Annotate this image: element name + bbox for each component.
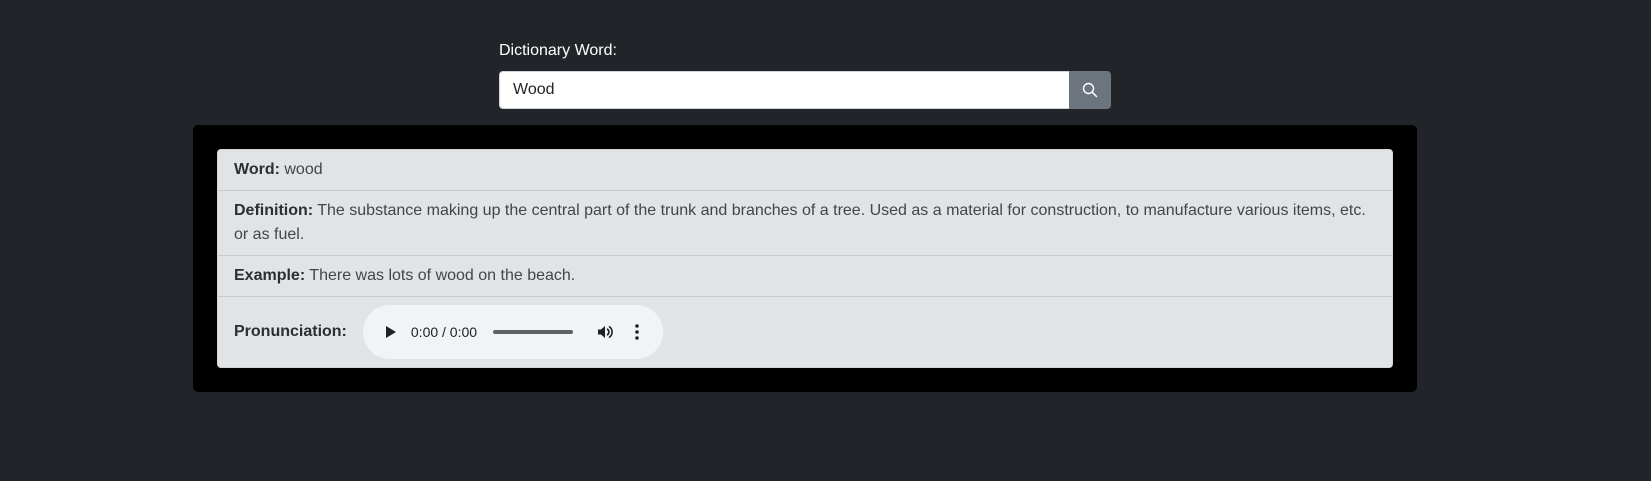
- word-row: Word: wood: [218, 150, 1392, 191]
- example-label: Example:: [234, 267, 306, 284]
- audio-player[interactable]: 0:00 / 0:00: [362, 305, 663, 359]
- example-value: There was lots of wood on the beach.: [309, 267, 576, 284]
- example-row: Example: There was lots of wood on the b…: [218, 256, 1392, 297]
- result-list: Word: wood Definition: The substance mak…: [217, 149, 1393, 368]
- search-input-group: [499, 71, 1111, 109]
- pronunciation-label: Pronunciation:: [234, 323, 347, 340]
- definition-row: Definition: The substance making up the …: [218, 191, 1392, 256]
- audio-progress-bar[interactable]: [493, 330, 574, 334]
- word-value: wood: [284, 161, 323, 178]
- play-icon[interactable]: [381, 322, 401, 342]
- search-icon: [1082, 82, 1098, 98]
- audio-time: 0:00 / 0:00: [410, 324, 478, 340]
- more-vert-icon[interactable]: [627, 322, 647, 342]
- search-button[interactable]: [1069, 71, 1111, 109]
- definition-label: Definition:: [234, 202, 314, 219]
- search-label: Dictionary Word:: [499, 42, 617, 59]
- definition-value: The substance making up the central part…: [234, 202, 1366, 243]
- search-area: Dictionary Word:: [499, 40, 1111, 109]
- pronunciation-row: Pronunciation: 0:00 / 0:00: [218, 297, 1392, 367]
- search-input[interactable]: [499, 71, 1069, 109]
- volume-icon[interactable]: [595, 322, 615, 342]
- word-label: Word:: [234, 161, 280, 178]
- result-panel: Word: wood Definition: The substance mak…: [193, 125, 1417, 392]
